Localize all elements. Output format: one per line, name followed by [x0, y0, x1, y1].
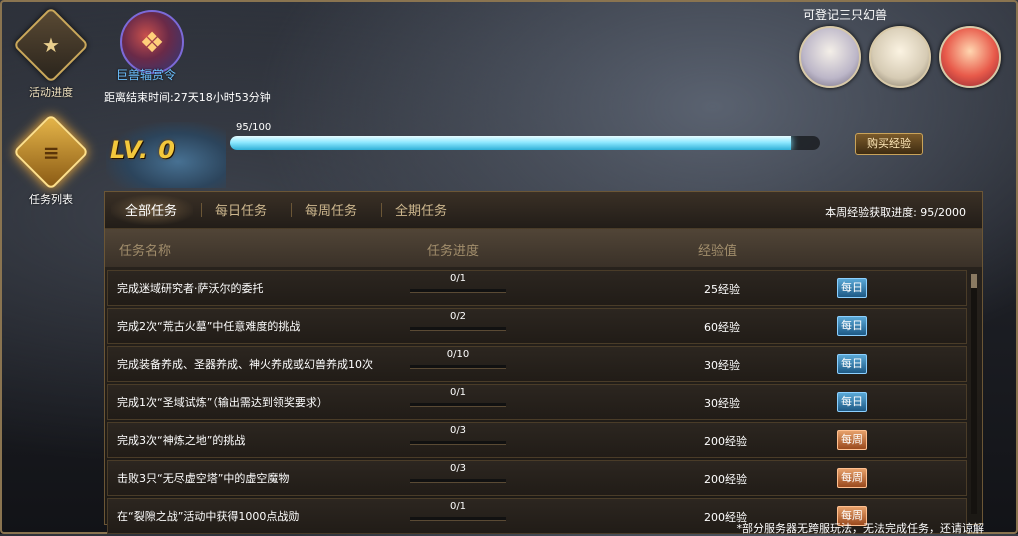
tab-all[interactable]: 全部任务: [125, 200, 177, 219]
red-beast-avatar[interactable]: [939, 26, 1001, 88]
task-progress-text: 0/1: [449, 501, 467, 512]
tab-bar: 全部任务 每日任务 每周任务 全期任务 本周经验获取进度: 95/2000: [105, 192, 982, 229]
header-progress: 任务进度: [427, 244, 480, 259]
task-name: 完成装备养成、圣器养成、神火养成或幻兽养成10次: [117, 358, 373, 371]
task-progress-bar: [410, 403, 506, 407]
tab-divider: [201, 203, 202, 217]
tab-season[interactable]: 全期任务: [395, 200, 447, 219]
task-reward: 60经验: [704, 321, 740, 334]
task-type-badge: 每日: [837, 278, 867, 298]
task-reward: 30经验: [704, 397, 740, 410]
task-name: 完成1次“圣域试炼”（输出需达到领奖要求）: [117, 396, 328, 409]
tab-weekly[interactable]: 每周任务: [305, 200, 357, 219]
white-beast-avatar[interactable]: [799, 26, 861, 88]
task-name: 完成2次“荒古火墓”中任意难度的挑战: [117, 320, 301, 333]
countdown-text: 距离结束时间:27天18小时53分钟: [104, 91, 271, 104]
task-name: 在“裂隙之战”活动中获得1000点战勋: [117, 510, 300, 523]
task-progress-bar: [410, 365, 506, 369]
task-name: 完成3次“神炼之地”的挑战: [117, 434, 246, 447]
task-panel: 全部任务 每日任务 每周任务 全期任务 本周经验获取进度: 95/2000 任务…: [104, 191, 983, 534]
level-label: LV. 0: [110, 136, 176, 164]
table-row[interactable]: 击败3只“无尽虚空塔”中的虚空魔物 0/3 200经验 每周: [107, 460, 967, 496]
nav-label: 任务列表: [29, 193, 73, 206]
task-progress-text: 0/1: [449, 273, 467, 284]
task-progress-text: 0/1: [449, 387, 467, 398]
beast-order-icon: ❖: [120, 10, 184, 74]
task-progress-bar: [410, 517, 506, 521]
task-reward: 30经验: [704, 359, 740, 372]
task-type-badge: 每日: [837, 354, 867, 374]
header-exp: 经验值: [698, 244, 738, 259]
exp-bar-fill: [230, 136, 791, 150]
tab-daily[interactable]: 每日任务: [215, 200, 267, 219]
task-type-badge: 每日: [837, 392, 867, 412]
task-progress-bar: [410, 289, 506, 293]
exp-bar: [230, 136, 820, 150]
table-row[interactable]: 完成迷域研究者·萨沃尔的委托 0/1 25经验 每日: [107, 270, 967, 306]
task-type-badge: 每周: [837, 468, 867, 488]
task-reward: 200经验: [704, 473, 747, 486]
task-type-badge: 每日: [837, 316, 867, 336]
task-name: 完成迷域研究者·萨沃尔的委托: [117, 282, 264, 295]
nav-activity-progress[interactable]: ★ 活动进度: [12, 6, 90, 100]
table-row[interactable]: 完成1次“圣域试炼”（输出需达到领奖要求） 0/1 30经验 每日: [107, 384, 967, 420]
task-progress-text: 0/3: [449, 425, 467, 436]
nav-task-list[interactable]: ≡ 任务列表: [12, 113, 90, 207]
task-reward: 25经验: [704, 283, 740, 296]
tab-divider: [291, 203, 292, 217]
task-progress-bar: [410, 441, 506, 445]
beasts-title: 可登记三只幻兽: [803, 8, 888, 22]
table-row[interactable]: 完成2次“荒古火墓”中任意难度的挑战 0/2 60经验 每日: [107, 308, 967, 344]
task-progress-text: 0/3: [449, 463, 467, 474]
task-progress-text: 0/10: [446, 349, 470, 360]
task-list: 完成迷域研究者·萨沃尔的委托 0/1 25经验 每日 完成2次“荒古火墓”中任意难度的挑…: [107, 270, 967, 536]
header-task-name: 任务名称: [119, 244, 172, 259]
weekly-exp-progress: 本周经验获取进度: 95/2000: [825, 206, 966, 219]
exp-text: 95/100: [236, 122, 272, 133]
task-progress-text: 0/2: [449, 311, 467, 322]
task-progress-bar: [410, 327, 506, 331]
task-type-badge: 每周: [837, 430, 867, 450]
table-row[interactable]: 完成装备养成、圣器养成、神火养成或幻兽养成10次 0/10 30经验 每日: [107, 346, 967, 382]
task-reward: 200经验: [704, 435, 747, 448]
silver-beast-avatar[interactable]: [869, 26, 931, 88]
scrollbar-thumb[interactable]: [971, 274, 977, 288]
table-header: 任务名称 任务进度 经验值: [105, 229, 982, 267]
scrollbar[interactable]: [971, 274, 977, 514]
tab-divider: [381, 203, 382, 217]
star-medal-icon: ★: [12, 6, 90, 84]
scroll-medal-icon: ≡: [12, 113, 90, 191]
table-row[interactable]: 完成3次“神炼之地”的挑战 0/3 200经验 每周: [107, 422, 967, 458]
buy-exp-button[interactable]: 购买经验: [855, 133, 923, 155]
order-name: 巨兽辐赏令: [116, 68, 177, 82]
nav-label: 活动进度: [29, 86, 73, 99]
task-name: 击败3只“无尽虚空塔”中的虚空魔物: [117, 472, 290, 485]
reward-order[interactable]: ❖ 巨兽辐赏令 距离结束时间:27天18小时53分钟: [104, 10, 284, 105]
task-progress-bar: [410, 479, 506, 483]
